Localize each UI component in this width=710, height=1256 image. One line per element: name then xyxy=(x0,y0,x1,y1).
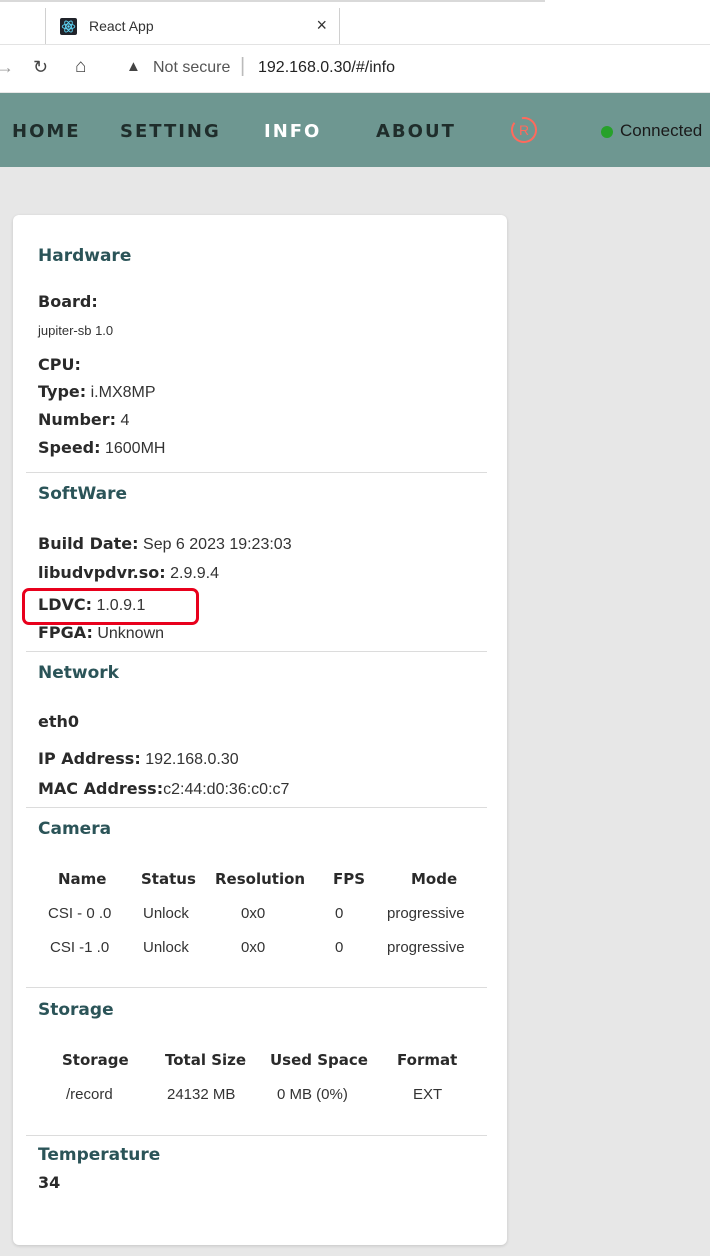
temperature-title: Temperature xyxy=(38,1145,161,1165)
network-interface-name: eth0 xyxy=(38,712,80,731)
hardware-title: Hardware xyxy=(38,246,132,266)
storage-cell: 24132 MB xyxy=(167,1086,236,1103)
libudvpdvr-label: libudvpdvr.so: xyxy=(38,563,166,582)
camera-cell: CSI -1 .0 xyxy=(50,939,110,956)
board-label-text: Board: xyxy=(38,292,98,311)
ldvc-highlight-box xyxy=(22,588,199,625)
camera-cell: Unlock xyxy=(143,939,189,956)
build-date-value: Sep 6 2023 19:23:03 xyxy=(143,536,292,553)
cpu-number-label: Number: xyxy=(38,410,117,429)
fpga-label: FPGA: xyxy=(38,623,93,642)
libudvpdvr-value: 2.9.9.4 xyxy=(170,565,220,582)
camera-cell: 0x0 xyxy=(241,905,266,922)
storage-cell: EXT xyxy=(413,1086,443,1103)
browser-tab-strip: React App × xyxy=(0,0,710,45)
fpga-value: Unknown xyxy=(97,625,165,642)
cpu-speed-label: Speed: xyxy=(38,438,101,457)
network-title: Network xyxy=(38,663,119,683)
cpu-type-value: i.MX8MP xyxy=(90,384,156,401)
camera-cell: Unlock xyxy=(143,905,189,922)
cpu-label-text: CPU: xyxy=(38,355,81,374)
nav-home[interactable]: HOME xyxy=(12,121,81,142)
mac-address-value: c2:44:d0:36:c0:c7 xyxy=(163,781,290,798)
info-card: Hardware Board: jupiter-sb 1.0 CPU: Type… xyxy=(13,215,507,1245)
divider xyxy=(26,651,487,652)
connection-status-dot xyxy=(601,126,613,138)
divider xyxy=(26,1135,487,1136)
warning-icon[interactable]: ▲ xyxy=(126,58,141,75)
app-navbar: HOME SETTING INFO ABOUT R Connected xyxy=(0,93,710,167)
camera-cell: progressive xyxy=(387,939,465,956)
camera-header-resolution: Resolution xyxy=(215,870,306,888)
nav-info[interactable]: INFO xyxy=(264,121,321,142)
camera-header-fps: FPS xyxy=(333,870,366,888)
storage-cell: /record xyxy=(66,1086,113,1103)
build-date: Build Date: Sep 6 2023 19:23:03 xyxy=(38,534,292,554)
react-favicon-icon xyxy=(60,18,77,35)
ip-address-label: IP Address: xyxy=(38,749,141,768)
camera-title: Camera xyxy=(38,819,112,839)
camera-cell: 0x0 xyxy=(241,939,266,956)
record-logo-letter: R xyxy=(519,122,529,138)
cpu-speed: Speed: 1600MH xyxy=(38,438,165,458)
mac-address: MAC Address:c2:44:d0:36:c0:c7 xyxy=(38,779,289,799)
connection-status: Connected xyxy=(620,121,703,140)
libudvpdvr-version: libudvpdvr.so: 2.9.9.4 xyxy=(38,563,219,583)
storage-header-storage: Storage xyxy=(62,1051,129,1069)
storage-cell: 0 MB (0%) xyxy=(277,1086,348,1103)
divider xyxy=(26,807,487,808)
cpu-speed-value: 1600MH xyxy=(104,440,166,457)
tab-strip-border xyxy=(0,0,545,2)
software-title: SoftWare xyxy=(38,484,127,504)
cpu-type: Type: i.MX8MP xyxy=(38,382,156,402)
storage-header-total-size: Total Size xyxy=(165,1051,247,1069)
fpga-version: FPGA: Unknown xyxy=(38,623,164,643)
board-value: jupiter-sb 1.0 xyxy=(38,323,114,338)
camera-cell: CSI - 0 .0 xyxy=(48,905,112,922)
camera-cell: 0 xyxy=(335,939,344,956)
security-label[interactable]: Not secure xyxy=(153,59,230,77)
browser-tab[interactable]: React App × xyxy=(45,8,340,44)
url-separator: | xyxy=(240,55,246,77)
temperature-value-text: 34 xyxy=(38,1173,61,1192)
divider xyxy=(26,472,487,473)
storage-header-used-space: Used Space xyxy=(270,1051,368,1069)
record-logo-icon[interactable]: R xyxy=(509,115,539,145)
reload-icon[interactable]: ↻ xyxy=(33,57,48,78)
camera-cell: 0 xyxy=(335,905,344,922)
address-bar: → ↻ ⌂ ▲ Not secure | 192.168.0.30/#/info xyxy=(0,44,710,92)
cpu-number-value: 4 xyxy=(120,412,130,429)
camera-header-name: Name xyxy=(58,870,107,888)
cpu-label: CPU: xyxy=(38,355,81,375)
network-interface: eth0 xyxy=(38,712,79,732)
storage-title: Storage xyxy=(38,1000,114,1020)
nav-setting[interactable]: SETTING xyxy=(120,121,221,142)
url-field[interactable]: 192.168.0.30/#/info xyxy=(258,59,395,77)
cpu-number: Number: 4 xyxy=(38,410,129,430)
temperature-value: 34 xyxy=(38,1173,60,1193)
camera-header-mode: Mode xyxy=(411,870,458,888)
forward-icon[interactable]: → xyxy=(0,57,14,78)
camera-cell: progressive xyxy=(387,905,465,922)
mac-address-label: MAC Address: xyxy=(38,779,164,798)
nav-about[interactable]: ABOUT xyxy=(376,121,456,142)
divider xyxy=(26,987,487,988)
storage-header-format: Format xyxy=(397,1051,458,1069)
board-label: Board: xyxy=(38,292,98,312)
ip-address-value: 192.168.0.30 xyxy=(145,751,239,768)
cpu-type-label: Type: xyxy=(38,382,87,401)
home-icon[interactable]: ⌂ xyxy=(75,56,86,78)
ip-address: IP Address: 192.168.0.30 xyxy=(38,749,239,769)
tab-close-icon[interactable]: × xyxy=(316,15,327,36)
build-date-label: Build Date: xyxy=(38,534,139,553)
tab-title: React App xyxy=(89,18,154,34)
camera-header-status: Status xyxy=(141,870,196,888)
